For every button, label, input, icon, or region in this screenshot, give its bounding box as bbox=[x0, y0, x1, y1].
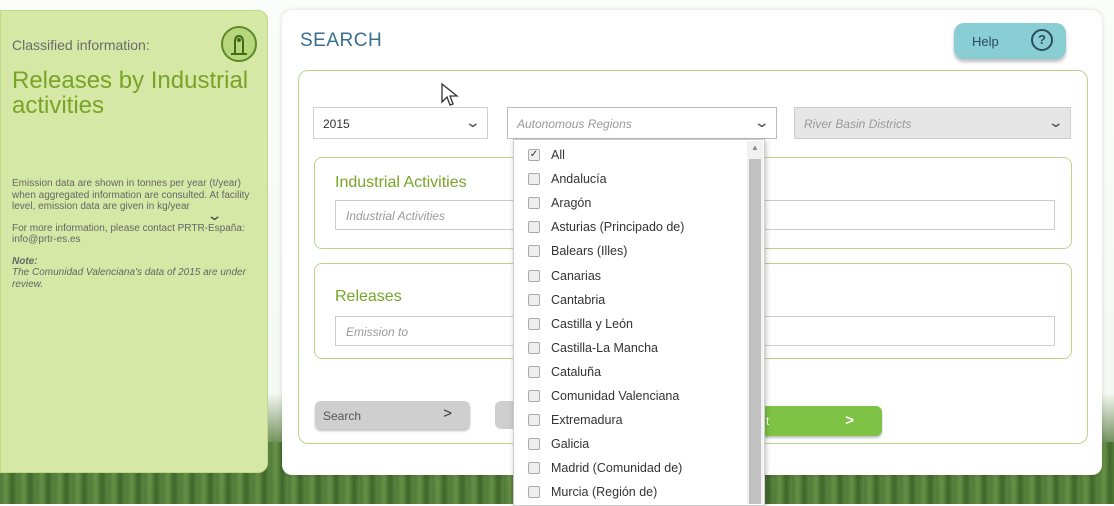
basin-placeholder: River Basin Districts bbox=[804, 117, 912, 131]
checkbox-icon[interactable] bbox=[528, 173, 540, 186]
region-option[interactable]: Castilla y León bbox=[528, 314, 633, 334]
chevron-right-icon: > bbox=[845, 412, 854, 429]
region-option-label: Galicia bbox=[551, 437, 590, 452]
region-option[interactable]: Murcia (Región de) bbox=[528, 482, 657, 502]
region-option[interactable]: Galicia bbox=[528, 434, 589, 454]
checkbox-icon[interactable] bbox=[528, 245, 540, 258]
help-button[interactable]: Help ? bbox=[954, 23, 1066, 59]
checkbox-icon[interactable] bbox=[528, 197, 540, 210]
region-option-label: Cantabria bbox=[551, 292, 606, 307]
scroll-up-icon[interactable]: ▲ bbox=[751, 143, 759, 152]
region-option-label: All bbox=[551, 148, 565, 162]
region-option-label: Aragón bbox=[551, 196, 592, 211]
help-icon: ? bbox=[1031, 29, 1053, 51]
region-option[interactable]: Canarias bbox=[528, 266, 601, 286]
region-option-label: Murcia (Región de) bbox=[551, 485, 658, 500]
regions-placeholder: Autonomous Regions bbox=[517, 117, 632, 131]
checkbox-icon[interactable] bbox=[528, 365, 540, 378]
info-panel: Classified information: Releases by Indu… bbox=[0, 10, 268, 473]
region-option[interactable]: Asturias (Principado de) bbox=[528, 217, 684, 237]
secondary-button[interactable] bbox=[495, 401, 515, 429]
checkbox-icon[interactable] bbox=[528, 486, 540, 499]
region-option[interactable]: Extremadura bbox=[528, 410, 623, 430]
dropdown-scrollbar[interactable]: ▲ bbox=[747, 141, 763, 504]
region-option[interactable]: Comunidad Valenciana bbox=[528, 386, 679, 406]
region-option-label: Castilla-La Mancha bbox=[551, 340, 658, 355]
checked-checkbox-icon[interactable]: ✓ bbox=[528, 149, 540, 161]
chevron-right-icon: > bbox=[443, 405, 452, 422]
industrial-activities-title: Industrial Activities bbox=[335, 174, 467, 191]
checkbox-icon[interactable] bbox=[528, 438, 540, 451]
region-option[interactable]: Aragón bbox=[528, 193, 591, 213]
regions-select[interactable]: Autonomous Regions ⌄ bbox=[507, 107, 777, 139]
region-option[interactable]: ✓ All bbox=[528, 145, 565, 165]
region-option-label: Asturias (Principado de) bbox=[551, 220, 685, 235]
basin-select: River Basin Districts ⌄ bbox=[794, 107, 1071, 139]
checkbox-icon[interactable] bbox=[528, 341, 540, 354]
chevron-down-icon: ⌄ bbox=[464, 114, 482, 130]
region-option[interactable]: Cantabria bbox=[528, 290, 605, 310]
checkbox-icon[interactable] bbox=[528, 462, 540, 475]
search-button[interactable]: Search > bbox=[315, 401, 470, 429]
green-button-text: t bbox=[766, 414, 770, 428]
checkbox-icon[interactable] bbox=[528, 269, 540, 282]
region-option-label: Castilla y León bbox=[551, 316, 633, 331]
region-option[interactable]: Castilla-La Mancha bbox=[528, 338, 658, 358]
help-label: Help bbox=[972, 34, 999, 49]
note-text: The Comunidad Valenciana's data of 2015 … bbox=[12, 267, 246, 290]
region-option-label: Madrid (Comunidad de) bbox=[551, 461, 683, 476]
region-option-label: Extremadura bbox=[551, 413, 623, 428]
mouse-cursor-icon bbox=[441, 82, 459, 106]
info-text-block: Emission data are shown in tonnes per ye… bbox=[12, 178, 262, 290]
search-button-label: Search bbox=[323, 409, 362, 423]
region-option-label: Andalucía bbox=[551, 172, 607, 187]
classified-label: Classified information: bbox=[12, 37, 150, 53]
checkbox-icon[interactable] bbox=[528, 390, 540, 402]
chevron-down-icon: ⌄ bbox=[753, 114, 771, 130]
year-select[interactable]: 2015 ⌄ bbox=[313, 107, 488, 139]
region-option-label: Canarias bbox=[551, 268, 602, 283]
checkbox-icon[interactable] bbox=[528, 414, 540, 427]
emission-placeholder: Emission to bbox=[346, 325, 409, 339]
region-option-label: Balears (Illes) bbox=[551, 244, 628, 259]
region-option[interactable]: Madrid (Comunidad de) bbox=[528, 458, 682, 478]
plant-icon bbox=[221, 26, 257, 62]
search-title: SEARCH bbox=[300, 30, 383, 51]
chevron-down-icon: ⌄ bbox=[1047, 114, 1065, 130]
region-option[interactable]: Cataluña bbox=[528, 362, 601, 382]
region-option[interactable]: Balears (Illes) bbox=[528, 241, 627, 261]
checkbox-icon[interactable] bbox=[528, 293, 540, 306]
scroll-thumb[interactable] bbox=[749, 159, 761, 504]
region-option-label: Comunidad Valenciana bbox=[551, 389, 680, 403]
region-option-label: Cataluña bbox=[551, 364, 602, 379]
page-title: Releases by Industrial activities bbox=[12, 67, 249, 119]
regions-dropdown[interactable]: ✓ All Andalucía Aragón Asturias (Principado … bbox=[513, 139, 765, 506]
year-value: 2015 bbox=[323, 117, 350, 131]
contact-info: For more information, please contact PRT… bbox=[12, 222, 245, 246]
checkbox-icon[interactable] bbox=[528, 221, 540, 234]
green-action-button[interactable]: t > bbox=[760, 406, 882, 436]
note-label: Note: bbox=[12, 255, 38, 267]
checkbox-icon[interactable] bbox=[528, 317, 540, 330]
releases-title: Releases bbox=[335, 288, 402, 305]
region-option[interactable]: Andalucía bbox=[528, 169, 607, 189]
